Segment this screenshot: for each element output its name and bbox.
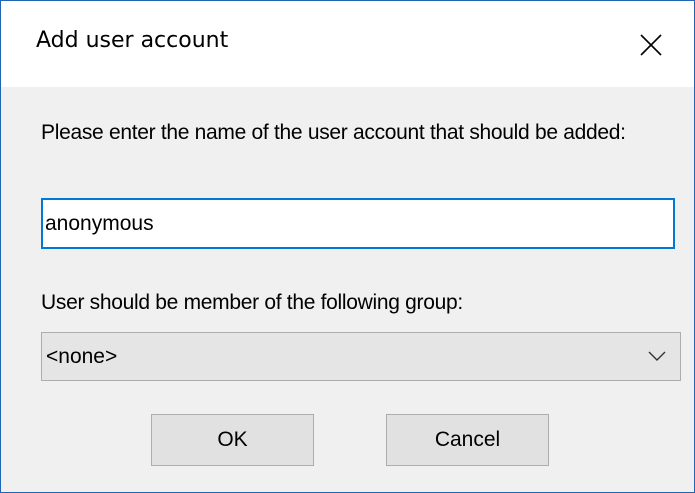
add-user-dialog: Add user account Please enter the name o… <box>0 0 695 493</box>
group-dropdown-value: <none> <box>46 345 118 368</box>
ok-button[interactable]: OK <box>151 414 314 466</box>
dialog-title: Add user account <box>36 28 229 53</box>
group-label: User should be member of the following g… <box>41 291 463 314</box>
username-input[interactable] <box>41 198 675 249</box>
cancel-button[interactable]: Cancel <box>386 414 549 466</box>
close-icon <box>640 34 662 56</box>
close-button[interactable] <box>619 17 683 75</box>
title-bar[interactable]: Add user account <box>1 1 694 87</box>
group-dropdown[interactable]: <none> <box>41 332 681 381</box>
chevron-down-icon <box>648 351 666 361</box>
username-prompt: Please enter the name of the user accoun… <box>41 121 626 144</box>
